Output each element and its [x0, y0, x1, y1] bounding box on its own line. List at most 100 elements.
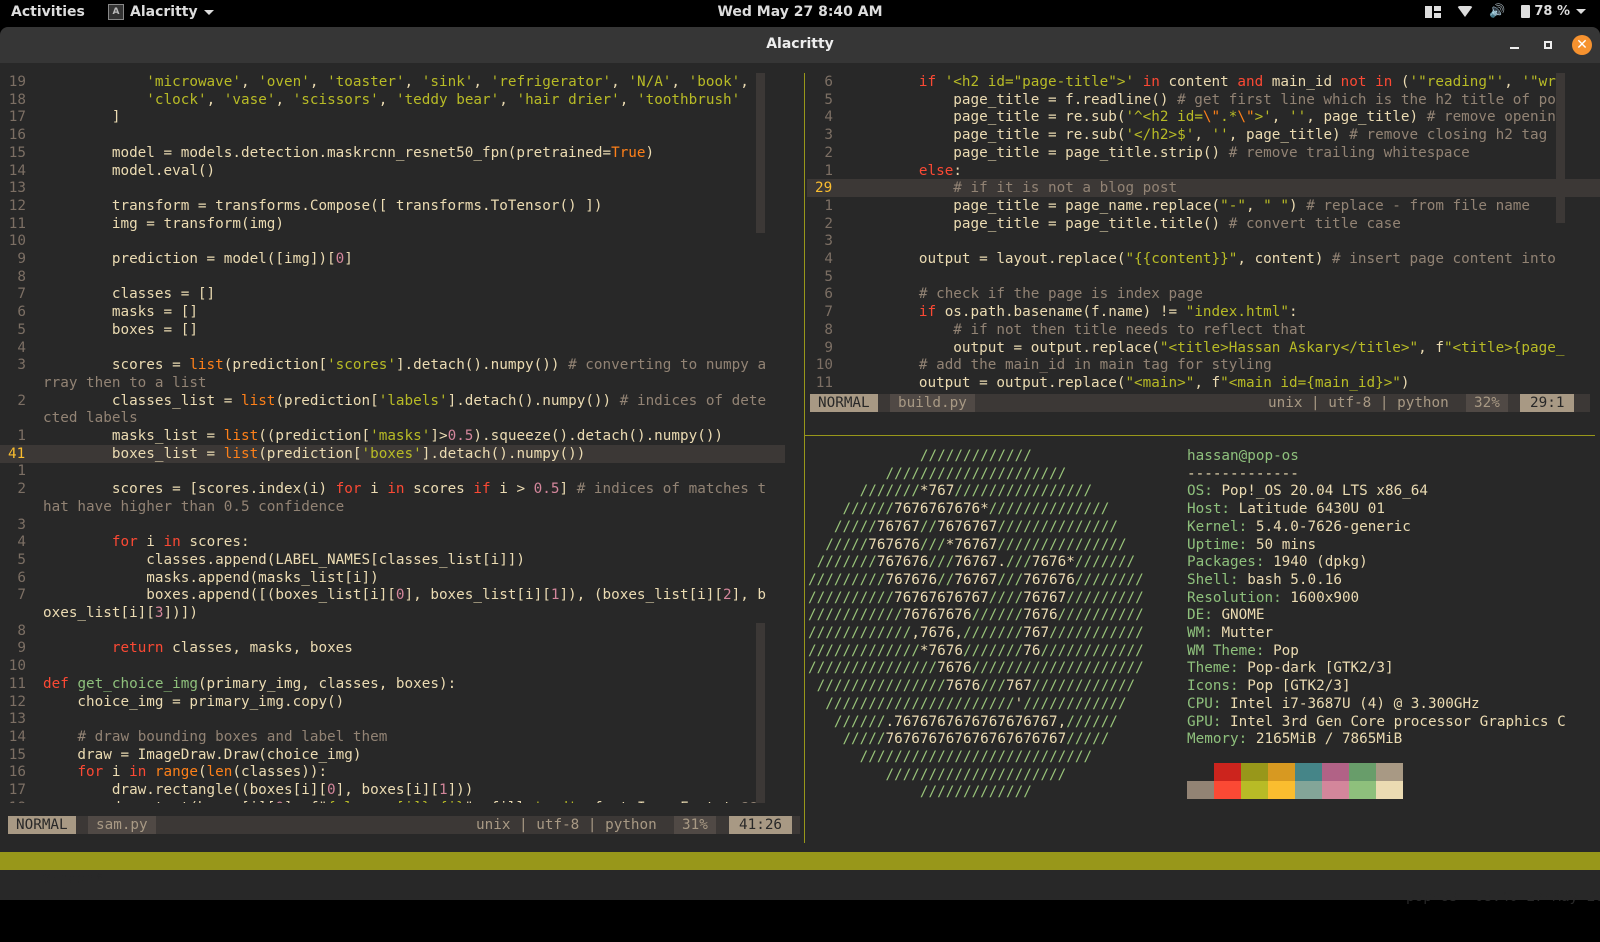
- code-line[interactable]: 17 draw.rectangle((boxes[i][0], boxes[i]…: [0, 781, 785, 799]
- color-swatch: [1349, 763, 1376, 781]
- code-line[interactable]: 13: [0, 710, 785, 728]
- color-swatch: [1376, 763, 1403, 781]
- code-text: ]: [43, 109, 121, 126]
- code-line[interactable]: 11 output = output.replace("<main>", f"<…: [807, 374, 1600, 392]
- code-line[interactable]: cted labels: [0, 409, 785, 427]
- code-text: page_title = f.readline() # get first li…: [850, 91, 1565, 108]
- code-line[interactable]: 10 # add the main_id in main tag for sty…: [807, 356, 1600, 374]
- code-line[interactable]: 8: [0, 268, 785, 286]
- code-line[interactable]: 10: [0, 657, 785, 675]
- code-line[interactable]: 12 choice_img = primary_img.copy(): [0, 693, 785, 711]
- code-line[interactable]: 18 'clock', 'vase', 'scissors', 'teddy b…: [0, 91, 785, 109]
- window-titlebar[interactable]: Alacritty ✕: [0, 27, 1600, 63]
- code-line[interactable]: rray then to a list: [0, 374, 785, 392]
- code-line[interactable]: 18 draw.text(boxes[i][0], f"{classes[i]}…: [0, 799, 785, 803]
- pane-divider-horizontal[interactable]: [805, 435, 1595, 436]
- line-number: 5: [824, 268, 833, 285]
- terminal[interactable]: 19 'microwave', 'oven', 'toaster', 'sink…: [0, 63, 1600, 905]
- code-line[interactable]: 3 scores = list(prediction['scores'].det…: [0, 356, 785, 374]
- code-line[interactable]: 2 page_title = page_title.strip() # remo…: [807, 144, 1600, 162]
- code-line[interactable]: 7 if os.path.basename(f.name) != "index.…: [807, 303, 1600, 321]
- code-line[interactable]: 10: [0, 232, 785, 250]
- line-number: 3: [17, 357, 26, 374]
- code-line[interactable]: 1 masks_list = list((prediction['masks']…: [0, 427, 785, 445]
- code-line[interactable]: 16 for i in range(len(classes)):: [0, 763, 785, 781]
- code-line[interactable]: 3: [0, 516, 785, 534]
- close-button[interactable]: ✕: [1572, 35, 1592, 55]
- code-line[interactable]: 12 transform = transforms.Compose([ tran…: [0, 197, 785, 215]
- right-pane-scrollbar[interactable]: [1556, 73, 1565, 223]
- activities-button[interactable]: Activities: [11, 4, 85, 20]
- code-line[interactable]: 17 ]: [0, 108, 785, 126]
- code-line[interactable]: 9 prediction = model([img])[0]: [0, 250, 785, 268]
- alacritty-icon: A: [108, 4, 124, 20]
- code-line[interactable]: 29 # if it is not a blog post: [807, 179, 1600, 198]
- code-line[interactable]: 5 boxes = []: [0, 321, 785, 339]
- tiling-icon[interactable]: [1425, 5, 1442, 18]
- code-line[interactable]: 4 page_title = re.sub('^<h2 id=\".*\">',…: [807, 108, 1600, 126]
- code-line[interactable]: 13: [0, 179, 785, 197]
- code-line[interactable]: 1 else:: [807, 162, 1600, 180]
- code-line[interactable]: 11 img = transform(img): [0, 215, 785, 233]
- code-line[interactable]: 1 page_title = page_name.replace("-", " …: [807, 197, 1600, 215]
- code-line[interactable]: 14 # draw bounding boxes and label them: [0, 728, 785, 746]
- code-line[interactable]: 6 if '<h2 id="page-title">' in content a…: [807, 73, 1600, 91]
- app-menu[interactable]: A Alacritty: [108, 4, 214, 20]
- code-line[interactable]: 4 for i in scores:: [0, 533, 785, 551]
- vim-pane-sam-py[interactable]: 19 'microwave', 'oven', 'toaster', 'sink…: [0, 73, 800, 803]
- minimize-button[interactable]: [1505, 36, 1523, 54]
- code-text: draw.text(boxes[i][0], f"{classes[i]} {i…: [43, 800, 766, 803]
- battery-icon[interactable]: [1521, 5, 1531, 18]
- line-number: 8: [17, 268, 26, 285]
- code-line[interactable]: 9 return classes, masks, boxes: [0, 639, 785, 657]
- wifi-icon[interactable]: [1457, 6, 1474, 17]
- maximize-button[interactable]: [1539, 36, 1557, 54]
- code-line[interactable]: 7 classes = []: [0, 285, 785, 303]
- code-line[interactable]: 5 classes.append(LABEL_NAMES[classes_lis…: [0, 551, 785, 569]
- system-menu-chevron-icon[interactable]: [1576, 9, 1586, 14]
- code-line[interactable]: 8 # if not then title needs to reflect t…: [807, 321, 1600, 339]
- code-line[interactable]: 15 draw = ImageDraw.Draw(choice_img): [0, 746, 785, 764]
- code-line[interactable]: 1: [0, 462, 785, 480]
- code-line[interactable]: 2 scores = [scores.index(i) for i in sco…: [0, 480, 785, 498]
- code-line[interactable]: 8: [0, 622, 785, 640]
- line-number: 11: [8, 215, 26, 232]
- color-palette: [1187, 763, 1407, 799]
- vim-pane-build-py[interactable]: 6 if '<h2 id="page-title">' in content a…: [807, 73, 1600, 397]
- left-pane-scrollbar-lower[interactable]: [756, 623, 765, 803]
- code-line[interactable]: 6 masks = []: [0, 303, 785, 321]
- code-line[interactable]: 4 output = layout.replace("{{content}}",…: [807, 250, 1600, 268]
- code-line[interactable]: 5: [807, 268, 1600, 286]
- code-line[interactable]: 3 page_title = re.sub('</h2>$', '', page…: [807, 126, 1600, 144]
- code-line[interactable]: 2 classes_list = list(prediction['labels…: [0, 392, 785, 410]
- code-line[interactable]: 6 # check if the page is index page: [807, 285, 1600, 303]
- code-text: return classes, masks, boxes: [111, 640, 353, 657]
- code-line[interactable]: 19 'microwave', 'oven', 'toaster', 'sink…: [0, 73, 785, 91]
- code-line[interactable]: hat have higher than 0.5 confidence: [0, 498, 785, 516]
- tmux-window-list[interactable]: [0] 0:bash*: [8, 870, 103, 888]
- code-line[interactable]: 3: [807, 232, 1600, 250]
- left-status-line: NORMAL sam.py unix | utf-8 | python 31% …: [8, 816, 800, 834]
- color-swatch: [1241, 781, 1268, 799]
- code-line[interactable]: 6 masks.append(masks_list[i]): [0, 569, 785, 587]
- line-number: 29: [815, 180, 833, 197]
- code-line[interactable]: 16: [0, 126, 785, 144]
- code-line[interactable]: 4: [0, 339, 785, 357]
- code-line[interactable]: 15 model = models.detection.maskrcnn_res…: [0, 144, 785, 162]
- left-pane-scrollbar[interactable]: [756, 73, 765, 233]
- system-tray[interactable]: 🔊 78 %: [1425, 4, 1586, 19]
- code-line[interactable]: 2 page_title = page_title.title() # conv…: [807, 215, 1600, 233]
- shell-prompt-line[interactable]: (base) hassan@pop-os:~/x/sam$: [810, 834, 1113, 870]
- code-line[interactable]: 5 page_title = f.readline() # get first …: [807, 91, 1600, 109]
- pane-divider-vertical[interactable]: [804, 73, 805, 843]
- code-line[interactable]: 9 output = output.replace("<title>Hassan…: [807, 339, 1600, 357]
- clock[interactable]: Wed May 27 8:40 AM: [717, 4, 882, 20]
- code-line[interactable]: 7 boxes.append([(boxes_list[i][0], boxes…: [0, 586, 785, 604]
- line-number: 12: [8, 693, 26, 710]
- code-line[interactable]: 11 def get_choice_img(primary_img, classe…: [0, 675, 785, 693]
- code-line[interactable]: 14 model.eval(): [0, 162, 785, 180]
- volume-icon[interactable]: 🔊: [1489, 4, 1505, 19]
- code-line[interactable]: oxes_list[i][3])]): [0, 604, 785, 622]
- code-text: if os.path.basename(f.name) != "index.ht…: [918, 304, 1298, 321]
- code-line[interactable]: 41 boxes_list = list(prediction['boxes']…: [0, 444, 785, 463]
